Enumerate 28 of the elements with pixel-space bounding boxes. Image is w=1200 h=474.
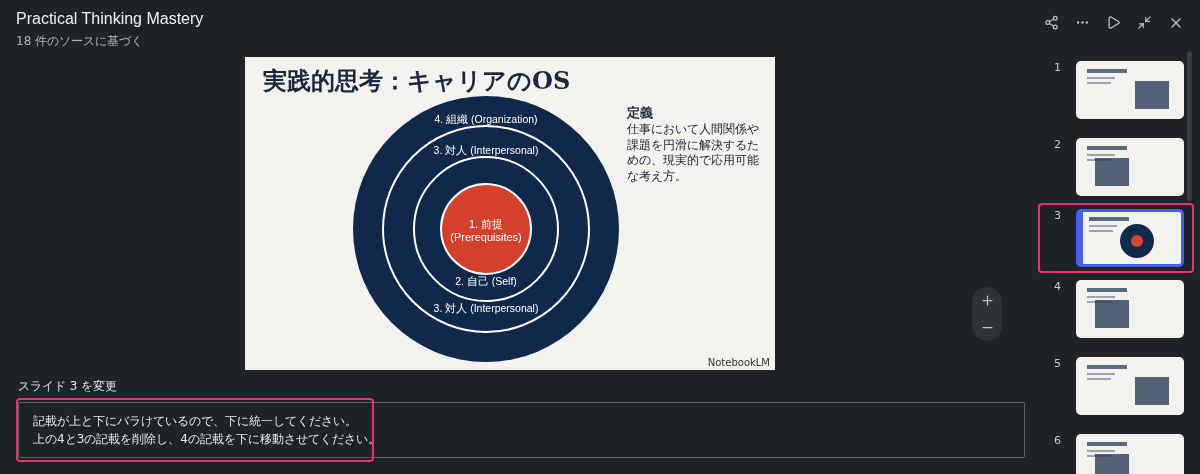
slide-thumbnail[interactable] [1076, 209, 1184, 267]
slide-number: 1 [1054, 61, 1062, 74]
slide-thumbnail[interactable] [1076, 138, 1184, 196]
prompt-text: 上の4と3の記載を削除し、4の記載を下に移動させてください。 [33, 431, 381, 448]
slide-number: 6 [1054, 434, 1062, 447]
slide-thumbnail[interactable] [1076, 280, 1184, 338]
center-label: (Prerequisites) [450, 231, 522, 243]
ring-label: 2. 自己 (Self) [455, 275, 517, 287]
slide-thumbnail[interactable] [1076, 357, 1184, 415]
ring-label: 3. 対人 (Interpersonal) [433, 144, 539, 156]
slide-thumbnail[interactable] [1076, 61, 1184, 119]
definition-text: 仕事において人間関係や課題を円滑に解決するための、現実的で応用可能な考え方。 [627, 122, 760, 185]
brand-mark: NotebookLM [707, 357, 770, 368]
prompt-text: 記載が上と下にバラけているので、下に統一してください。 [33, 413, 358, 430]
slide-number: 2 [1054, 138, 1062, 151]
change-label: スライド 3 を変更 [18, 378, 119, 395]
definition-heading: 定義 [627, 104, 654, 122]
slide-number: 4 [1054, 280, 1062, 293]
slide-title: 実践的思考：キャリアのOS [263, 65, 572, 97]
slide-number: 5 [1054, 357, 1062, 370]
ring-label: 3. 対人 (Interpersonal) [433, 302, 539, 314]
zoom-in-icon[interactable] [979, 293, 995, 308]
prompt-field[interactable]: 記載が上と下にバラけているので、下に統一してください。 上の4と3の記載を削除し、4の記載を下に移動させてください。 [18, 402, 1025, 458]
source-count: 18 件のソースに基づく [16, 33, 145, 50]
slide-number: 3 [1054, 209, 1062, 222]
center-label: 1. 前提 [468, 218, 504, 230]
ring-label: 4. 組織 (Organization) [434, 113, 538, 125]
notebook-title: Practical Thinking Mastery [16, 10, 204, 28]
